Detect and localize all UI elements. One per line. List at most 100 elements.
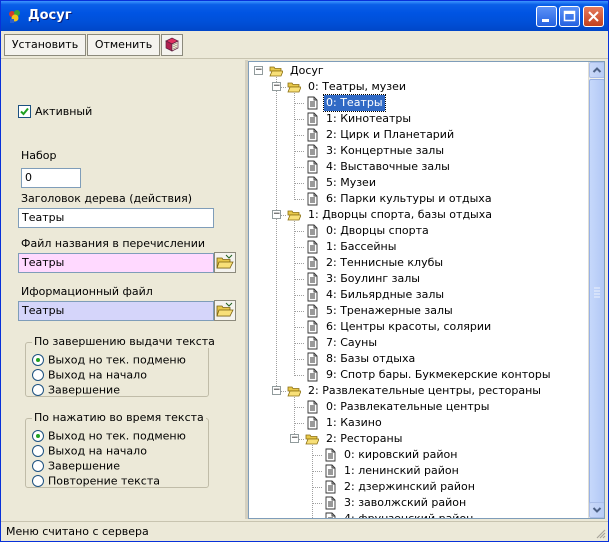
resize-grip-icon[interactable] — [594, 527, 606, 539]
radio-option[interactable]: Выход но тек. подменю — [32, 429, 186, 443]
document-icon — [305, 368, 319, 382]
radio-label: Выход на начало — [48, 368, 147, 382]
app-icon — [7, 8, 23, 24]
document-icon — [305, 144, 319, 158]
tree-collapse-toggle[interactable]: − — [290, 434, 299, 443]
document-icon — [323, 464, 337, 478]
radio-label: Завершение — [48, 383, 120, 397]
tree-collapse-toggle[interactable]: − — [272, 210, 281, 219]
active-label: Активный — [35, 105, 93, 118]
info-file-input[interactable]: Театры — [18, 301, 214, 321]
radio-label: Повторение текста — [48, 474, 160, 488]
active-checkbox[interactable] — [18, 105, 31, 118]
open-folder-icon — [287, 80, 302, 94]
finish-group-title: По завершению выдачи текста — [32, 335, 217, 348]
open-folder-icon — [216, 302, 234, 317]
tree-title-input[interactable]: Театры — [18, 208, 214, 228]
open-folder-icon — [305, 432, 320, 446]
properties-panel: Активный Набор 0 Заголовок дерева (дейст… — [5, 60, 245, 519]
tree-node-label: 9: Спотр бары. Букмекерские конторы — [326, 368, 551, 381]
tree-node-label: 6: Парки культуры и отдыха — [326, 192, 492, 205]
radio-option[interactable]: Выход но тек. подменю — [32, 353, 186, 367]
tree-node-label: 3: заволжский район — [344, 496, 467, 509]
scroll-down-button[interactable] — [589, 502, 604, 518]
radio-label: Выход но тек. подменю — [48, 353, 186, 367]
tree-node-label: 2: Развлекательные центры, рестораны — [308, 384, 541, 397]
tree-node-label: 6: Центры красоты, солярии — [326, 320, 492, 333]
radio-option[interactable]: Завершение — [32, 383, 120, 397]
tree-node-label: 3: Концертные залы — [326, 144, 445, 157]
tree-node-label: 2: Рестораны — [326, 432, 403, 445]
radio-option[interactable]: Повторение текста — [32, 474, 160, 488]
set-button[interactable]: Установить — [4, 34, 86, 56]
radio-option[interactable]: Выход на начало — [32, 444, 147, 458]
enum-file-input[interactable]: Театры — [18, 253, 214, 273]
arrow-down-icon — [592, 507, 602, 513]
radio-button[interactable] — [32, 369, 44, 381]
tree-node-label: 1: Кинотеатры — [326, 112, 412, 125]
enum-file-browse-button[interactable] — [214, 252, 236, 273]
info-file-browse-button[interactable] — [214, 300, 236, 321]
finish-groupbox: По завершению выдачи текста Выход но тек… — [25, 335, 217, 397]
cancel-button[interactable]: Отменить — [87, 34, 160, 56]
document-icon — [305, 320, 319, 334]
tree-node-label: 1: Дворцы спорта, базы отдыха — [308, 208, 492, 221]
enum-file-label: Файл названия в перечислении — [21, 237, 206, 250]
tree-node-label: 0: Дворцы спорта — [326, 224, 429, 237]
document-icon — [305, 256, 319, 270]
tree-collapse-toggle[interactable]: − — [254, 66, 263, 75]
radio-option[interactable]: Выход на начало — [32, 368, 147, 382]
tree-vertical-scrollbar[interactable] — [588, 62, 604, 518]
tree-node-label: 1: ленинский район — [344, 464, 459, 477]
title-bar[interactable]: Досуг — [1, 1, 608, 31]
tree-node-label: 0: Развлекательные центры — [326, 400, 490, 413]
status-bar: Меню считано с сервера — [1, 521, 608, 541]
document-icon — [305, 416, 319, 430]
document-icon — [323, 512, 337, 518]
minimize-button[interactable] — [536, 6, 557, 27]
radio-button[interactable] — [32, 430, 44, 442]
tree-node-label: 2: дзержинский район — [344, 480, 475, 493]
scroll-up-button[interactable] — [589, 62, 604, 78]
checkmark-icon — [20, 107, 29, 116]
document-icon — [323, 480, 337, 494]
status-text: Меню считано с сервера — [6, 525, 149, 538]
tree-node-label: 7: Сауны — [326, 336, 378, 349]
tree-collapse-toggle[interactable]: − — [272, 386, 281, 395]
set-input[interactable]: 0 — [21, 168, 81, 188]
scroll-thumb[interactable] — [589, 79, 604, 509]
set-label: Набор — [21, 149, 57, 162]
press-group-title: По нажатию во время текста — [32, 411, 206, 424]
radio-button[interactable] — [32, 354, 44, 366]
book-icon — [165, 37, 179, 52]
document-icon — [305, 112, 319, 126]
document-icon — [323, 496, 337, 510]
document-icon — [305, 128, 319, 142]
document-icon — [305, 352, 319, 366]
menu-tree-view[interactable]: Досуг −0: Театры, музеи −0: Театры 1: Кинот… — [248, 61, 605, 519]
tree-node-label: 0: Театры — [323, 94, 386, 112]
radio-button[interactable] — [32, 384, 44, 396]
radio-button[interactable] — [32, 460, 44, 472]
radio-option[interactable]: Завершение — [32, 459, 120, 473]
app-window: Досуг Установить Отменить Активный Набор… — [0, 0, 609, 542]
open-folder-icon — [287, 384, 302, 398]
document-icon — [305, 288, 319, 302]
open-folder-icon — [287, 208, 302, 222]
tree-node-label: 1: Казино — [326, 416, 382, 429]
close-button[interactable] — [583, 6, 604, 27]
toolbar: Установить Отменить — [1, 31, 608, 59]
radio-label: Выход но тек. подменю — [48, 429, 186, 443]
tree-collapse-toggle[interactable]: − — [272, 82, 281, 91]
info-file-label: Иформационный файл — [21, 285, 153, 298]
radio-button[interactable] — [32, 445, 44, 457]
tree-node-label: 2: Цирк и Планетарий — [326, 128, 455, 141]
open-folder-icon — [269, 64, 284, 78]
tree-node-label: Досуг — [290, 64, 324, 77]
press-groupbox: По нажатию во время текста Выход но тек.… — [25, 411, 209, 488]
radio-button[interactable] — [32, 475, 44, 487]
tree-node-label: 1: Бассейны — [326, 240, 397, 253]
maximize-button[interactable] — [559, 6, 580, 27]
book-button[interactable] — [161, 34, 183, 56]
document-icon — [305, 336, 319, 350]
